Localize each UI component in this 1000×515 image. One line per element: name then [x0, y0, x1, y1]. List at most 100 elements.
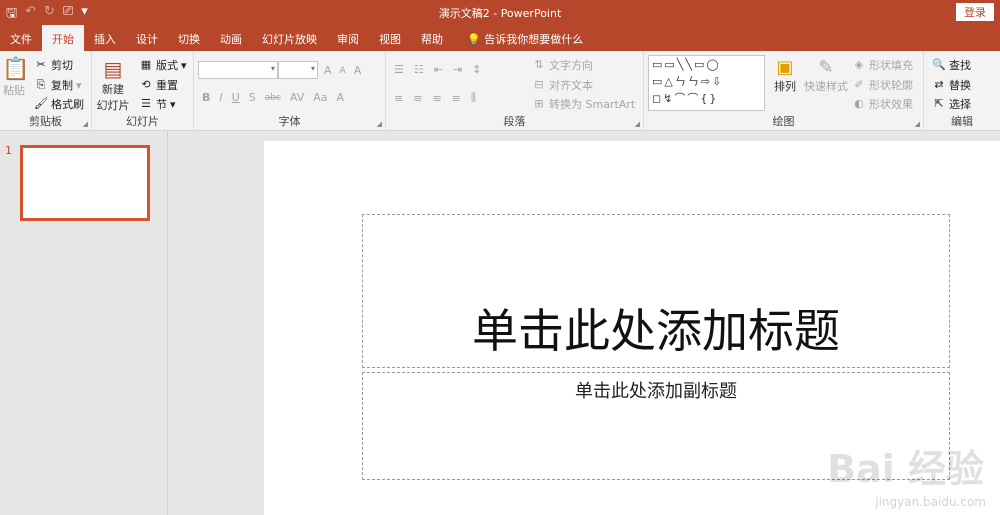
slide-thumbnails-pane: 1 — [0, 131, 168, 515]
replace-icon: ⇄ — [934, 78, 944, 91]
shape-effects-label: 形状效果 — [869, 98, 913, 111]
chevron-down-icon: ▾ — [181, 58, 187, 72]
tab-review[interactable]: 审阅 — [327, 25, 369, 51]
reset-label: 重置 — [156, 79, 178, 92]
columns-icon[interactable]: ⫼ — [471, 91, 476, 105]
quick-styles-button[interactable]: ✎ 快速样式 — [804, 57, 848, 94]
tell-me-search[interactable]: 💡 告诉我你想要做什么 — [453, 25, 593, 51]
cut-label: 剪切 — [51, 59, 73, 72]
chevron-down-icon: ▾ — [76, 78, 82, 92]
slide-thumbnail[interactable] — [20, 145, 150, 221]
italic-button[interactable]: I — [219, 91, 222, 104]
font-color-button[interactable]: A — [337, 91, 345, 104]
dialog-launcher-icon[interactable]: ◢ — [377, 120, 382, 128]
tab-transitions[interactable]: 切换 — [168, 25, 210, 51]
workspace: 1 单击此处添加标题 单击此处添加副标题 Bai 经验 jingyan.baid… — [0, 131, 1000, 515]
shrink-font-button[interactable]: A — [340, 66, 346, 76]
window-title: 演示文稿2 - PowerPoint — [438, 7, 562, 20]
strikethrough-button[interactable]: abc — [265, 93, 281, 103]
justify-icon[interactable]: ≡ — [452, 92, 461, 105]
align-text-label: 对齐文本 — [549, 79, 593, 92]
tab-animations[interactable]: 动画 — [210, 25, 252, 51]
arrange-label: 排列 — [774, 80, 796, 93]
dialog-launcher-icon[interactable]: ◢ — [635, 120, 640, 128]
paste-label: 粘贴 — [3, 84, 25, 97]
align-center-icon[interactable]: ≡ — [413, 92, 422, 105]
format-painter-label: 格式刷 — [51, 98, 84, 111]
brush-icon: 🖌 — [34, 97, 48, 110]
watermark-logo: Bai 经验 — [827, 447, 984, 491]
watermark-url: jingyan.baidu.com — [875, 495, 986, 509]
text-direction-button[interactable]: ⇅ 文字方向 — [532, 57, 593, 73]
group-paragraph: ☰ ☷ ⇤ ⇥ ↕ ⇅ 文字方向 ⊟ 对齐文本 ⊞ 转换为 SmartArt ≡… — [386, 51, 644, 131]
underline-button[interactable]: U — [232, 91, 240, 104]
format-painter-button[interactable]: 🖌 格式刷 — [34, 96, 84, 112]
select-label: 选择 — [949, 98, 971, 111]
tab-slideshow[interactable]: 幻灯片放映 — [252, 25, 327, 51]
shapes-gallery[interactable]: ▭▭╲╲▭◯ ▭△ㄣㄣ⇨⇩ ◻↯⌒⌒{} — [648, 55, 765, 111]
tab-insert[interactable]: 插入 — [84, 25, 126, 51]
copy-icon: ⎘ — [36, 78, 46, 91]
align-text-button[interactable]: ⊟ 对齐文本 — [532, 77, 593, 93]
quick-styles-icon: ✎ — [818, 57, 834, 78]
grow-font-button[interactable]: A — [324, 64, 332, 77]
select-button[interactable]: ⇱ 选择 — [932, 96, 971, 112]
font-size-buttons: A A A — [324, 64, 361, 77]
paste-button[interactable]: 📋 粘贴 — [2, 57, 29, 98]
lightbulb-icon: 💡 — [467, 33, 481, 46]
tab-view[interactable]: 视图 — [369, 25, 411, 51]
layout-button[interactable]: ▦ 版式 ▾ — [139, 57, 187, 73]
quick-styles-label: 快速样式 — [804, 80, 848, 93]
align-left-icon[interactable]: ≡ — [394, 92, 403, 105]
shape-fill-label: 形状填充 — [869, 59, 913, 72]
font-size-combo[interactable]: ▾ — [278, 61, 318, 79]
find-button[interactable]: 🔍 查找 — [932, 57, 971, 73]
new-slide-button[interactable]: ▤ 新建 幻灯片 — [95, 57, 131, 113]
group-editing: 🔍 查找 ⇄ 替换 ⇱ 选择 编辑 — [924, 51, 1000, 131]
slide-number: 1 — [5, 144, 12, 157]
dialog-launcher-icon[interactable]: ◢ — [83, 120, 88, 128]
login-button[interactable]: 登录 — [956, 3, 994, 21]
shape-fill-button[interactable]: ◈ 形状填充 — [852, 57, 913, 73]
align-right-icon[interactable]: ≡ — [432, 92, 441, 105]
layout-icon: ▦ — [140, 58, 152, 71]
font-style-row: B I U S abc AV Aa A — [202, 91, 344, 104]
shadow-button[interactable]: S — [249, 91, 256, 104]
dialog-launcher-icon[interactable]: ◢ — [915, 120, 920, 128]
smartart-icon: ⊞ — [534, 97, 544, 110]
reset-button[interactable]: ⟲ 重置 — [139, 77, 178, 93]
shape-outline-button[interactable]: ✐ 形状轮廓 — [852, 77, 913, 93]
arrange-button[interactable]: ▣ 排列 — [770, 57, 800, 94]
copy-button[interactable]: ⎘ 复制 ▾ — [34, 77, 82, 93]
ribbon: 📋 粘贴 ✂ 剪切 ⎘ 复制 ▾ 🖌 格式刷 剪贴板 ◢ ▤ 新建 幻灯片 ▦ … — [0, 51, 1000, 131]
section-button[interactable]: ☰ 节 ▾ — [139, 96, 175, 112]
clear-format-icon[interactable]: A — [354, 64, 362, 77]
bold-button[interactable]: B — [202, 91, 210, 104]
copy-label: 复制 — [51, 79, 73, 92]
search-icon: 🔍 — [932, 58, 946, 71]
line-spacing-icon[interactable]: ↕ — [472, 63, 481, 76]
shape-outline-label: 形状轮廓 — [869, 79, 913, 92]
font-group-label: 字体 — [278, 115, 301, 128]
char-spacing-button[interactable]: AV — [290, 91, 304, 104]
title-placeholder[interactable]: 单击此处添加标题 — [362, 214, 950, 368]
replace-button[interactable]: ⇄ 替换 — [932, 77, 971, 93]
change-case-button[interactable]: Aa — [313, 91, 327, 104]
tab-home[interactable]: 开始 — [42, 25, 84, 51]
slide-canvas[interactable]: 单击此处添加标题 单击此处添加副标题 Bai 经验 jingyan.baidu.… — [264, 141, 1000, 515]
smartart-button[interactable]: ⊞ 转换为 SmartArt — [532, 96, 635, 112]
clipboard-group-label: 剪贴板 — [29, 115, 62, 128]
font-name-combo[interactable]: ▾ — [198, 61, 278, 79]
decrease-indent-icon[interactable]: ⇤ — [434, 63, 443, 76]
numbering-icon[interactable]: ☷ — [414, 63, 424, 76]
arrange-icon: ▣ — [776, 57, 794, 78]
smartart-label: 转换为 SmartArt — [549, 98, 636, 111]
cut-button[interactable]: ✂ 剪切 — [34, 57, 73, 73]
layout-label: 版式 — [156, 59, 178, 72]
shape-effects-button[interactable]: ◐ 形状效果 — [852, 96, 913, 112]
increase-indent-icon[interactable]: ⇥ — [453, 63, 462, 76]
tab-help[interactable]: 帮助 — [411, 25, 453, 51]
tab-design[interactable]: 设计 — [126, 25, 168, 51]
bullets-icon[interactable]: ☰ — [394, 63, 404, 76]
tab-file[interactable]: 文件 — [0, 25, 42, 51]
